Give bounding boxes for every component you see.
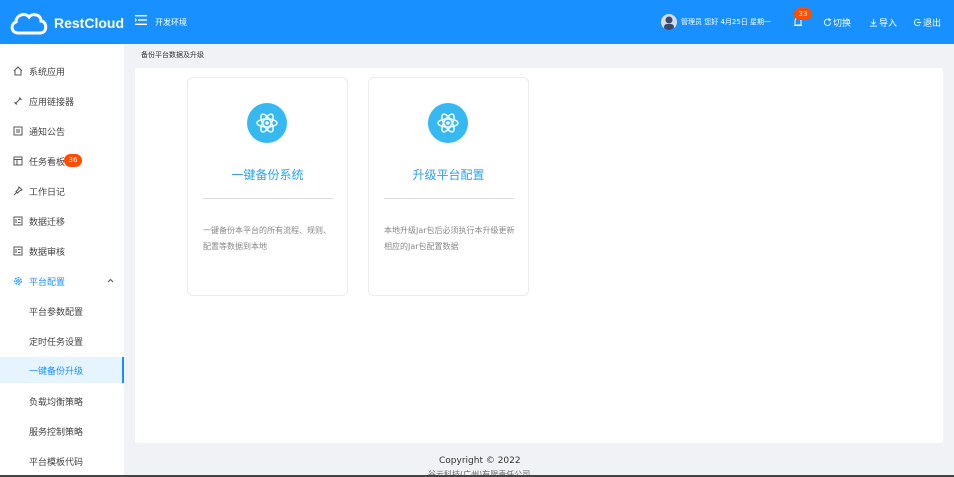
sidebar-item-label: 通知公告: [29, 128, 66, 138]
atom-icon: [437, 113, 459, 133]
sidebar-item-label: 平台配置: [29, 278, 66, 288]
sidebar-item-label: 数据审核: [29, 248, 66, 258]
card-description: 本地升级Jar包后必须执行本升级更新相应的Jar包配置数据: [384, 226, 515, 251]
card-divider: [384, 198, 514, 199]
card-description: 一键备份本平台的所有流程、规则、配置等数据到本地: [203, 226, 331, 251]
gear-icon: [14, 277, 22, 285]
notice-icon: [13, 126, 23, 136]
cloud-logo-icon: [10, 13, 48, 35]
logo[interactable]: RestCloud: [8, 8, 124, 38]
environment-label[interactable]: 开发环境: [155, 17, 187, 28]
list-icon: [13, 246, 23, 256]
import-button[interactable]: 导入: [869, 16, 897, 29]
chevron-up-icon: [107, 278, 114, 283]
sidebar-subitem-scheduled-tasks[interactable]: 定时任务设置: [0, 326, 124, 356]
sidebar-item-system-apps[interactable]: 系统应用: [0, 56, 124, 86]
sidebar-item-task-board[interactable]: 任务看板: [0, 146, 124, 176]
sidebar-item-work-diary[interactable]: 工作日记: [0, 176, 124, 206]
sidebar-subitem-backup-upgrade[interactable]: 一键备份升级: [0, 357, 124, 383]
list-icon: [13, 216, 23, 226]
sidebar-item-data-migration[interactable]: 数据迁移: [0, 206, 124, 236]
card-icon-badge: [247, 103, 287, 143]
backup-system-card[interactable]: 一键备份系统 一键备份本平台的所有流程、规则、配置等数据到本地: [187, 77, 348, 296]
card-title: 升级平台配置: [412, 168, 485, 182]
refresh-icon: [823, 18, 832, 26]
sidebar-item-app-connector[interactable]: 应用链接器: [0, 86, 124, 116]
sidebar-item-data-audit[interactable]: 数据审核: [0, 236, 124, 266]
menu-toggle-icon[interactable]: [135, 14, 147, 26]
avatar-icon: [664, 16, 674, 30]
logo-text: RestCloud: [54, 15, 124, 31]
sidebar-item-notice[interactable]: 通知公告: [0, 116, 124, 146]
sidebar-item-label: 数据迁移: [29, 218, 66, 228]
pin-icon: [13, 186, 23, 196]
card-divider: [203, 198, 333, 199]
card-icon-badge: [428, 103, 468, 143]
switch-button[interactable]: 切换: [823, 16, 851, 29]
sidebar-item-label: 平台参数配置: [29, 308, 84, 318]
link-icon: [14, 97, 22, 105]
board-icon: [13, 156, 23, 166]
sidebar-subitem-platform-params[interactable]: 平台参数配置: [0, 296, 124, 326]
sidebar-subitem-service-control[interactable]: 服务控制策略: [0, 416, 124, 446]
task-board-badge: 36: [64, 154, 82, 167]
sidebar-item-label: 任务看板: [29, 158, 66, 168]
top-header: RestCloud 开发环境 管理员 您好 4月25日 星期一 33 切换 导入: [0, 0, 954, 44]
breadcrumb: 备份平台数据及升级: [141, 51, 204, 59]
switch-label: 切换: [833, 19, 852, 29]
import-label: 导入: [879, 19, 898, 29]
sidebar-subitem-template-code[interactable]: 平台模板代码: [0, 446, 124, 476]
card-title: 一键备份系统: [231, 168, 304, 182]
sidebar-item-label: 工作日记: [29, 188, 66, 198]
sidebar-subitem-load-balance[interactable]: 负载均衡策略: [0, 386, 124, 416]
sidebar-item-label: 系统应用: [29, 68, 66, 78]
upgrade-config-card[interactable]: 升级平台配置 本地升级Jar包后必须执行本升级更新相应的Jar包配置数据: [368, 77, 529, 296]
logout-icon: [913, 18, 922, 27]
sidebar-item-label: 应用链接器: [29, 98, 75, 108]
sidebar-item-label: 服务控制策略: [29, 428, 84, 438]
sidebar-item-platform-config[interactable]: 平台配置: [0, 266, 124, 296]
sidebar: 系统应用 应用链接器 通知公告 任务看板 36 工作日记 数据迁移 数据审核 平…: [0, 44, 124, 477]
atom-icon: [256, 113, 278, 133]
home-icon: [13, 66, 23, 76]
sidebar-item-label: 定时任务设置: [29, 338, 84, 348]
sidebar-item-label: 平台模板代码: [29, 458, 84, 468]
sidebar-item-label: 一键备份升级: [29, 367, 84, 377]
sidebar-item-label: 负载均衡策略: [29, 398, 84, 408]
notification-badge: 33: [794, 8, 812, 20]
avatar[interactable]: [661, 14, 677, 30]
logout-label: 退出: [923, 19, 942, 29]
logout-button[interactable]: 退出: [913, 16, 941, 29]
download-icon: [869, 18, 878, 27]
user-greeting: 管理员 您好 4月25日 星期一: [681, 18, 772, 26]
footer-copyright: Copyright © 2022: [439, 456, 521, 466]
